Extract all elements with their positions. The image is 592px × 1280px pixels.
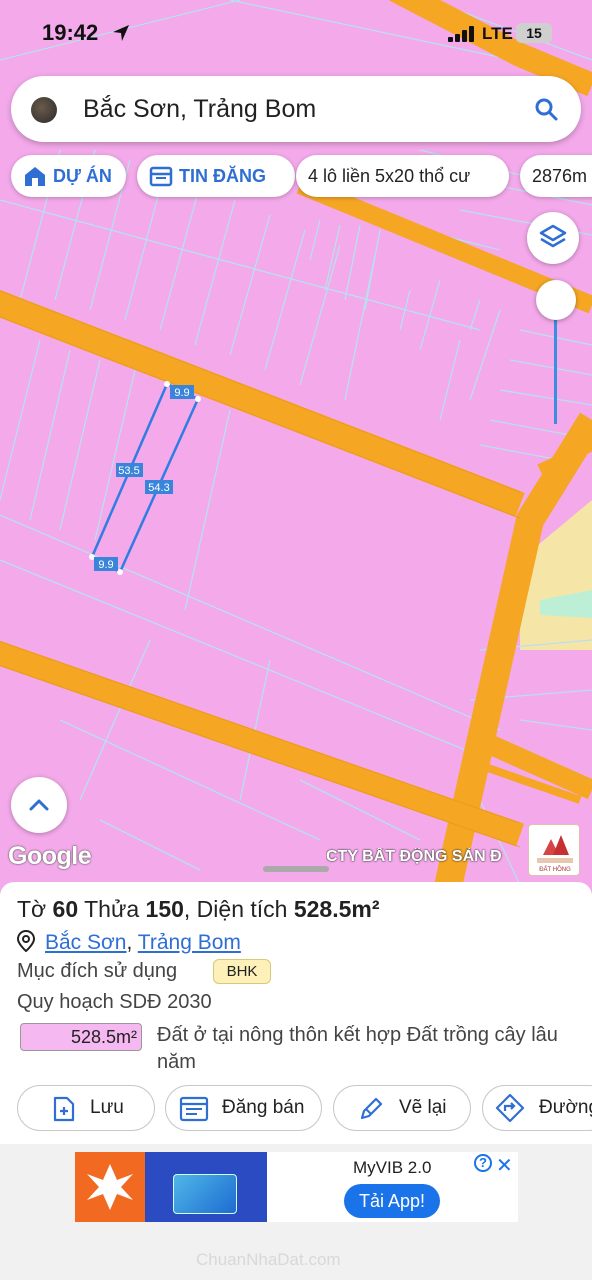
chip-label: DỰ ÁN (53, 166, 112, 186)
save-label: Lưu (90, 1097, 124, 1118)
post-sale-icon (179, 1096, 209, 1122)
save-button[interactable]: Lưu (17, 1085, 155, 1131)
chip-label: 4 lô liền 5x20 thổ cư (308, 166, 471, 186)
ad-install-button[interactable]: Tải App! (344, 1184, 440, 1218)
avatar[interactable] (31, 97, 57, 123)
district-link[interactable]: Trảng Bom (138, 931, 241, 954)
post-sale-label: Đăng bán (222, 1097, 305, 1118)
ward-link[interactable]: Bắc Sơn (45, 931, 126, 954)
purpose-label: Mục đích sử dụng (17, 960, 178, 982)
directions-icon (495, 1093, 525, 1123)
parcel-address: Bắc Sơn, Trảng Bom (16, 927, 241, 955)
chip-label: TIN ĐĂNG (179, 166, 266, 186)
dim-label-left: 53.5 (118, 465, 139, 477)
filter-chips: DỰ ÁN TIN ĐĂNG 4 lô liền 5x20 thổ cư 287… (11, 155, 592, 199)
chevron-up-icon (29, 799, 49, 811)
ad-content: MyVIB 2.0 Tải App! ? ✕ (267, 1152, 518, 1222)
chip-du-an[interactable]: DỰ ÁN (11, 155, 126, 197)
planning-label: Quy hoạch SDĐ 2030 (17, 991, 212, 1013)
save-add-icon (53, 1096, 75, 1122)
status-time: 19:42 (42, 20, 99, 45)
status-bar: 19:42 LTE 15 (0, 0, 592, 64)
battery-icon: 15 (516, 23, 552, 43)
chip-label: 2876m (532, 166, 588, 186)
planning-description: Đất ở tại nông thôn kết hợp Đất trồng câ… (157, 1024, 558, 1073)
redraw-label: Vẽ lại (399, 1097, 447, 1118)
search-input[interactable]: Bắc Sơn, Trảng Bom (83, 95, 316, 124)
location-arrow-icon (113, 25, 129, 41)
directions-label: Đường (539, 1097, 592, 1118)
chip-listing-title[interactable]: 4 lô liền 5x20 thổ cư (296, 155, 509, 197)
layers-button[interactable] (527, 212, 579, 264)
layers-icon (539, 224, 567, 248)
planning-area-swatch: 528.5m² (20, 1023, 142, 1051)
post-sale-button[interactable]: Đăng bán (165, 1085, 322, 1131)
purpose-code-badge: BHK (213, 959, 271, 984)
dim-label-top: 9.9 (174, 387, 189, 399)
opacity-slider-knob[interactable] (536, 280, 576, 320)
search-icon[interactable] (533, 96, 559, 122)
svg-text:ĐẤT HỒNG: ĐẤT HỒNG (539, 866, 571, 873)
ad-card-image (145, 1152, 267, 1222)
redraw-icon (360, 1097, 383, 1120)
network-type: LTE (482, 24, 513, 43)
expand-up-button[interactable] (11, 777, 67, 833)
home-map-icon (25, 167, 45, 186)
ad-banner[interactable]: MyVIB 2.0 Tải App! ? ✕ ChuanNhaDat.com (0, 1144, 592, 1280)
google-logo: Google (8, 842, 92, 870)
company-watermark: CTY BẤT ĐỘNG SẢN Đ (326, 848, 502, 865)
ad-info-icon[interactable]: ? (474, 1154, 492, 1172)
redraw-button[interactable]: Vẽ lại (333, 1085, 471, 1131)
listing-icon (149, 166, 173, 187)
sheet-drag-handle[interactable] (263, 866, 329, 872)
signal-icon (448, 26, 478, 42)
search-bar[interactable]: Bắc Sơn, Trảng Bom (11, 76, 581, 142)
ad-close-icon[interactable]: ✕ (496, 1153, 513, 1178)
company-logo: ĐẤT HỒNG (528, 824, 580, 876)
parcel-info-sheet: Tờ 60 Thửa 150, Diện tích 528.5m² Bắc Sơ… (0, 882, 592, 1144)
directions-button[interactable]: Đường (482, 1085, 592, 1131)
site-watermark: ChuanNhaDat.com (196, 1250, 341, 1269)
dim-label-right: 54.3 (148, 482, 169, 494)
chip-listing-area[interactable]: 2876m (520, 155, 592, 197)
vib-logo (75, 1152, 145, 1222)
ad-brand: MyVIB 2.0 (353, 1158, 432, 1177)
location-pin-icon (16, 929, 36, 953)
parcel-title: Tờ 60 Thửa 150, Diện tích 528.5m² (17, 896, 380, 922)
dim-label-bottom: 9.9 (98, 559, 113, 571)
chip-tin-dang[interactable]: TIN ĐĂNG (137, 155, 295, 197)
